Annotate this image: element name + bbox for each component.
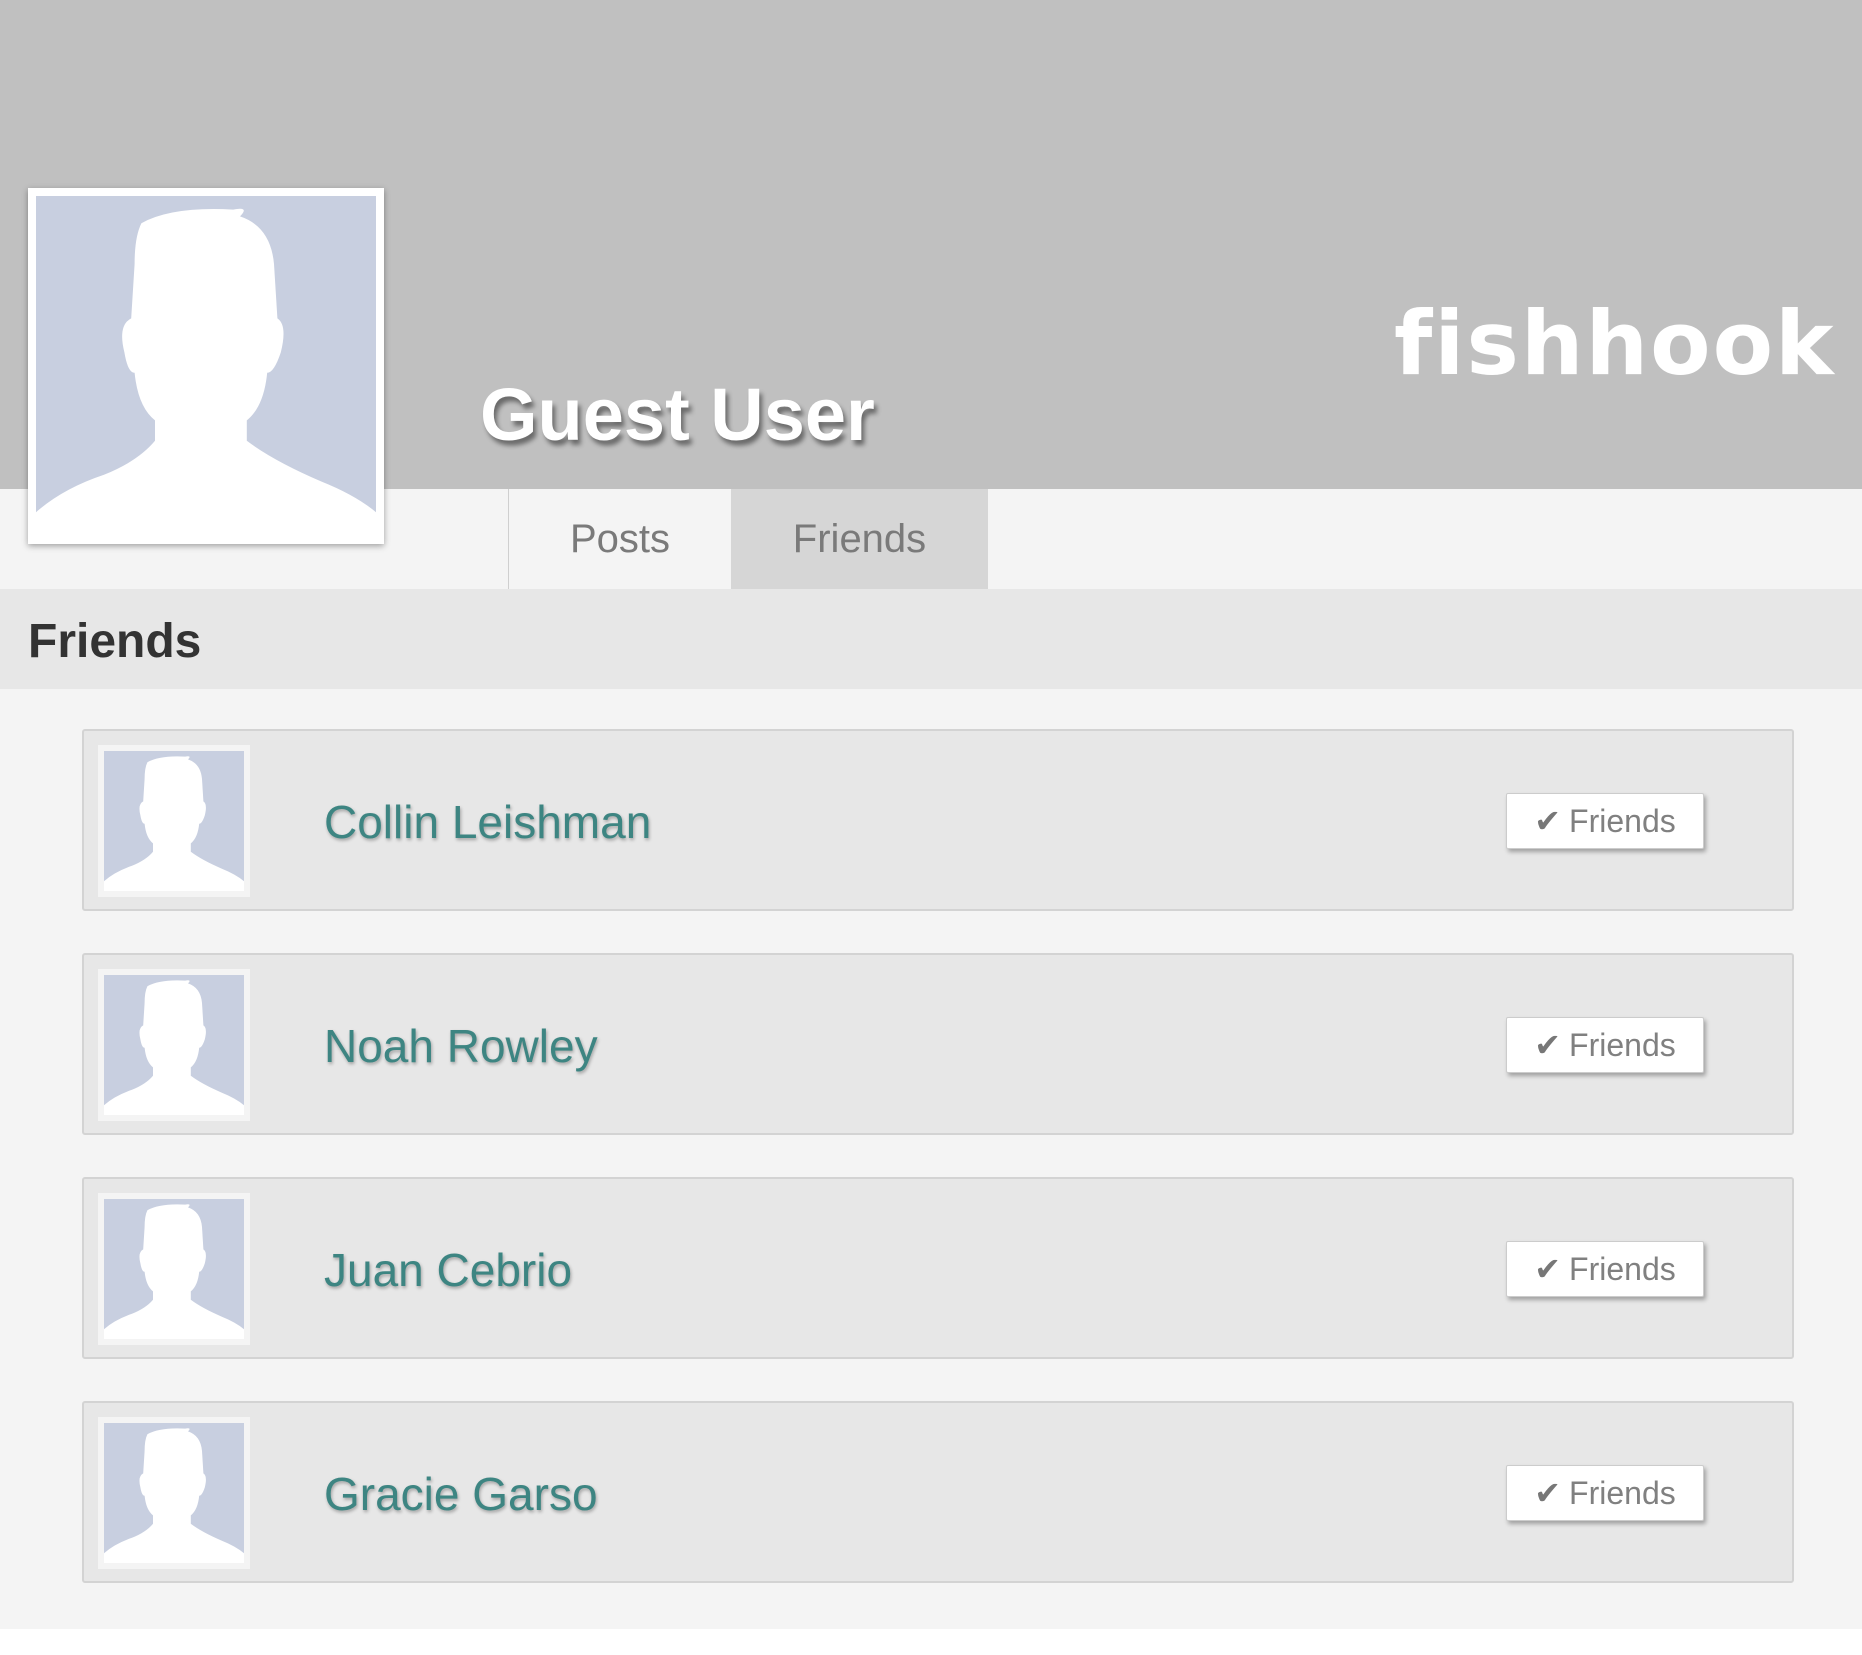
tab-friends[interactable]: Friends [731, 489, 988, 589]
friend-button-label: Friends [1569, 1474, 1676, 1511]
friend-status-button[interactable]: ✔ Friends [1506, 793, 1704, 849]
friend-avatar[interactable] [98, 1417, 250, 1569]
fishhook-logo[interactable]: fishhook [1394, 300, 1836, 388]
friend-avatar[interactable] [98, 745, 250, 897]
friend-status-button[interactable]: ✔ Friends [1506, 1241, 1704, 1297]
friend-card: Gracie Garso ✔ Friends [82, 1401, 1794, 1583]
friends-list: Collin Leishman ✔ Friends Noah Rowley ✔ … [0, 689, 1862, 1629]
friend-avatar[interactable] [98, 1193, 250, 1345]
default-avatar-silhouette-icon [104, 1199, 244, 1339]
friend-button-label: Friends [1569, 802, 1676, 839]
default-avatar-silhouette-icon [104, 1423, 244, 1563]
friend-status-button[interactable]: ✔ Friends [1506, 1017, 1704, 1073]
tab-posts[interactable]: Posts [509, 489, 731, 589]
checkmark-icon: ✔ [1534, 1475, 1562, 1511]
checkmark-icon: ✔ [1534, 803, 1562, 839]
friend-avatar[interactable] [98, 969, 250, 1121]
friend-name-link[interactable]: Gracie Garso [324, 1471, 598, 1517]
friend-card: Collin Leishman ✔ Friends [82, 729, 1794, 911]
profile-page: Guest User fishhook Posts Friends Friend… [0, 0, 1862, 1655]
default-avatar-silhouette-icon [104, 975, 244, 1115]
tab-group: Posts Friends [508, 489, 988, 589]
default-avatar-silhouette-icon [104, 751, 244, 891]
profile-avatar[interactable] [28, 188, 384, 544]
default-avatar-silhouette-icon [36, 196, 376, 536]
profile-user-name: Guest User [480, 373, 875, 456]
friend-name-link[interactable]: Juan Cebrio [324, 1247, 572, 1293]
friend-card: Noah Rowley ✔ Friends [82, 953, 1794, 1135]
friend-name-link[interactable]: Collin Leishman [324, 799, 651, 845]
friends-section-header: Friends [0, 589, 1862, 689]
checkmark-icon: ✔ [1534, 1027, 1562, 1063]
friend-name-link[interactable]: Noah Rowley [324, 1023, 598, 1069]
friend-button-label: Friends [1569, 1026, 1676, 1063]
friend-status-button[interactable]: ✔ Friends [1506, 1465, 1704, 1521]
friend-card: Juan Cebrio ✔ Friends [82, 1177, 1794, 1359]
checkmark-icon: ✔ [1534, 1251, 1562, 1287]
friend-button-label: Friends [1569, 1250, 1676, 1287]
section-title: Friends [28, 615, 202, 668]
